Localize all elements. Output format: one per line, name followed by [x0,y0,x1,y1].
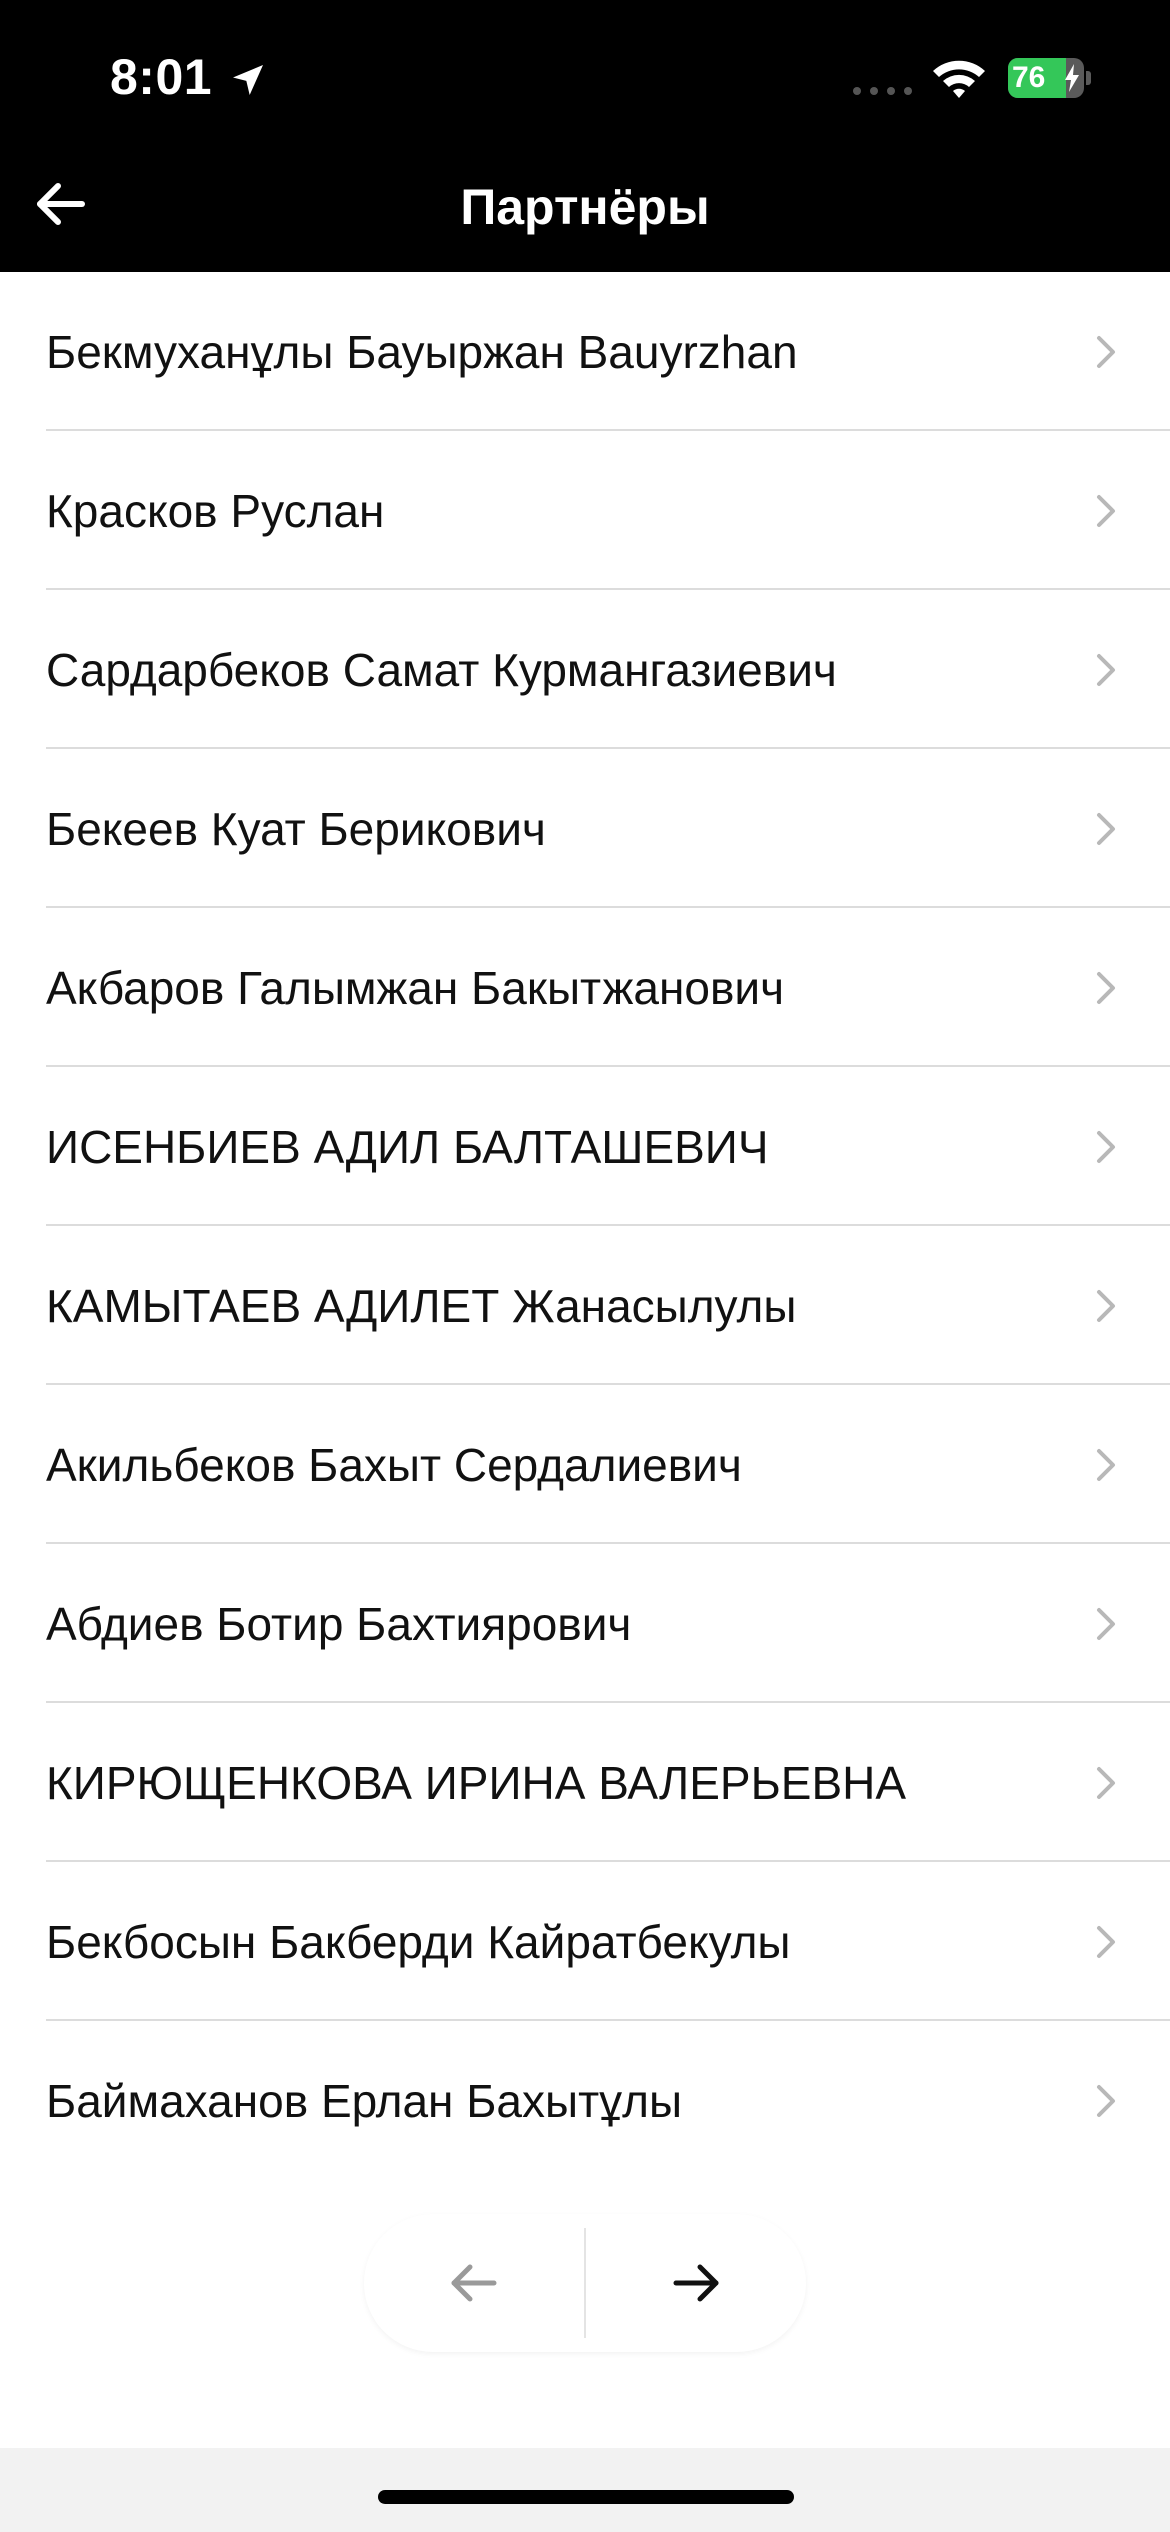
partner-name: ИСЕНБИЕВ АДИЛ БАЛТАШЕВИЧ [46,1120,769,1173]
list-item[interactable]: КАМЫТАЕВ АДИЛЕТ Жанасылулы [0,1226,1170,1385]
list-item[interactable]: Бекмуханұлы Бауыржан Bauyrzhan [0,272,1170,431]
location-arrow-icon [233,65,263,95]
list-item[interactable]: Бекеев Куат Берикович [0,749,1170,908]
chevron-right-icon [1097,653,1115,686]
chevron-right-icon [1097,812,1115,845]
partner-name: Бекеев Куат Берикович [46,802,546,855]
cellular-signal-icon [853,87,912,95]
page-title: Партнёры [460,179,710,235]
partner-name: КАМЫТАЕВ АДИЛЕТ Жанасылулы [46,1279,797,1332]
chevron-right-icon [1097,971,1115,1004]
status-time: 8:01 [110,49,213,105]
previous-page-button[interactable] [364,2214,584,2352]
chevron-right-icon [1097,1766,1115,1799]
arrow-left-icon [451,2264,497,2302]
partner-name: Красков Руслан [46,484,385,537]
list-item[interactable]: КИРЮЩЕНКОВА ИРИНА ВАЛЕРЬЕВНА [0,1703,1170,1862]
chevron-right-icon [1097,494,1115,527]
charging-bolt-icon [1065,64,1079,92]
list-item[interactable]: ИСЕНБИЕВ АДИЛ БАЛТАШЕВИЧ [0,1067,1170,1226]
partner-name: Сардарбеков Самат Курмангазиевич [46,643,837,696]
partners-list: Бекмуханұлы Бауыржан Bauyrzhan Красков Ру… [0,272,1170,2448]
home-indicator [378,2490,794,2504]
navigation-header: 8:01 76 Партнёры [0,0,1170,272]
battery-level-text: 76 [1012,61,1046,94]
list-item[interactable]: Акбаров Галымжан Бакытжанович [0,908,1170,1067]
partner-name: Акбаров Галымжан Бакытжанович [46,961,785,1014]
chevron-right-icon [1097,335,1115,368]
arrow-right-icon [673,2264,719,2302]
partner-name: Акильбеков Бахыт Сердалиевич [46,1438,742,1491]
list-item[interactable]: Абдиев Ботир Бахтиярович [0,1544,1170,1703]
partner-name: Баймаханов Ерлан Бахытұлы [46,2074,683,2127]
chevron-right-icon [1097,1607,1115,1640]
chevron-right-icon [1097,1289,1115,1322]
chevron-right-icon [1097,1448,1115,1481]
chevron-right-icon [1097,1925,1115,1958]
list-item[interactable]: Акильбеков Бахыт Сердалиевич [0,1385,1170,1544]
partner-name: Абдиев Ботир Бахтиярович [46,1597,632,1650]
list-item[interactable]: Сардарбеков Самат Курмангазиевич [0,590,1170,749]
list-item[interactable]: Бекбосын Бакберди Кайратбекулы [0,1862,1170,2021]
chevron-right-icon [1097,1130,1115,1163]
list-item[interactable]: Красков Руслан [0,431,1170,590]
next-page-button[interactable] [586,2214,806,2352]
partner-name: Бекбосын Бакберди Кайратбекулы [46,1915,791,1968]
pagination-control [364,2214,806,2352]
partner-name: КИРЮЩЕНКОВА ИРИНА ВАЛЕРЬЕВНА [46,1756,907,1809]
battery-icon: 76 [1008,58,1092,98]
list-item[interactable]: Баймаханов Ерлан Бахытұлы [0,2021,1170,2180]
chevron-right-icon [1097,2084,1115,2117]
partner-name: Бекмуханұлы Бауыржан Bauyrzhan [46,325,798,378]
wifi-icon [933,60,985,98]
